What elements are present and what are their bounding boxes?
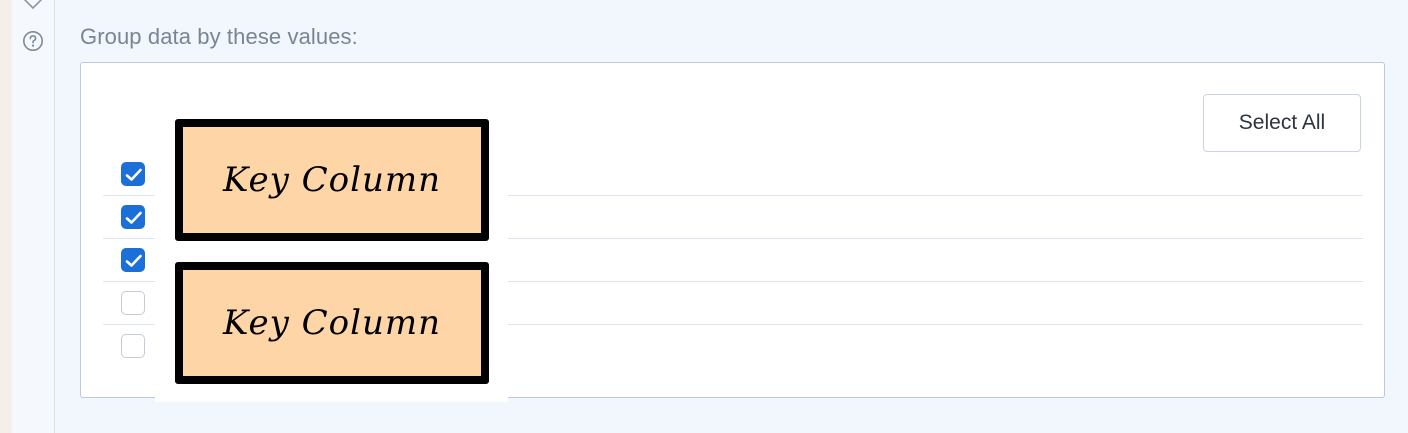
- left-rail: [12, 0, 55, 433]
- option-checkbox[interactable]: [121, 291, 145, 315]
- option-checkbox[interactable]: [121, 205, 145, 229]
- checkmark-icon: [125, 254, 142, 267]
- app-root: Group data by these values: Select All K…: [0, 0, 1408, 433]
- checkmark-icon: [125, 168, 142, 181]
- select-all-button[interactable]: Select All: [1203, 94, 1361, 152]
- group-by-label: Group data by these values:: [80, 24, 358, 49]
- window-edge: [0, 0, 12, 433]
- option-checkbox[interactable]: [121, 248, 145, 272]
- heart-outline-icon[interactable]: [22, 0, 44, 10]
- key-column-sticker: Key Column: [175, 119, 489, 241]
- help-circle-icon[interactable]: [22, 30, 44, 52]
- option-checkbox[interactable]: [121, 334, 145, 358]
- redaction-overlay: Key Column Key Column: [155, 115, 508, 402]
- key-column-sticker: Key Column: [175, 262, 489, 384]
- checkmark-icon: [125, 211, 142, 224]
- option-checkbox[interactable]: [121, 162, 145, 186]
